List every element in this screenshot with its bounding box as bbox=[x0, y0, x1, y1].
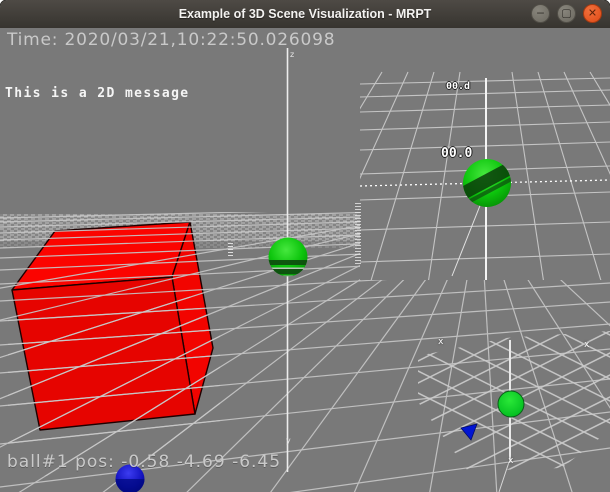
window-controls: − ▢ ✕ bbox=[531, 4, 602, 23]
titlebar[interactable]: Example of 3D Scene Visualization - MRPT… bbox=[0, 0, 610, 29]
close-icon: ✕ bbox=[588, 4, 597, 23]
minimize-button[interactable]: − bbox=[531, 4, 550, 23]
gl-3d-viewport[interactable]: Time: 2020/03/21,10:22:50.026098 This is… bbox=[0, 28, 610, 492]
close-button[interactable]: ✕ bbox=[583, 4, 602, 23]
blue-ball bbox=[116, 465, 145, 492]
app-window: Example of 3D Scene Visualization - MRPT… bbox=[0, 0, 610, 492]
maximize-button[interactable]: ▢ bbox=[557, 4, 576, 23]
window-title: Example of 3D Scene Visualization - MRPT bbox=[179, 7, 432, 21]
scene-canvas bbox=[0, 28, 610, 492]
maximize-icon: ▢ bbox=[561, 4, 571, 23]
green-sphere-topview bbox=[498, 391, 524, 417]
minimize-icon: − bbox=[536, 4, 545, 23]
subviewport-top-right bbox=[196, 55, 610, 284]
